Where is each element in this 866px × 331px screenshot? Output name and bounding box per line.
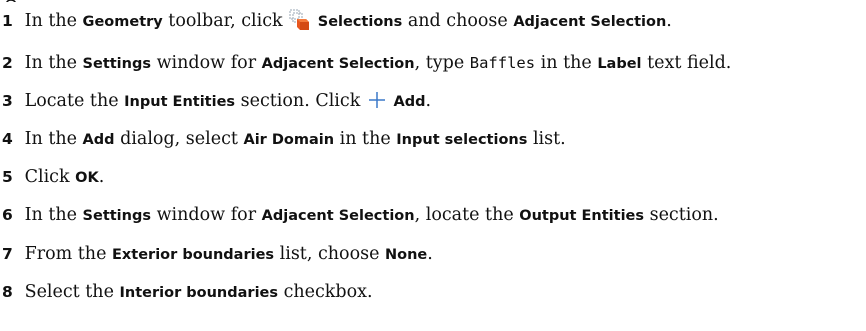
step-number: 5: [2, 168, 13, 186]
geometry-toolbar-label: Geometry: [82, 14, 163, 30]
step-text: checkbox.: [278, 282, 373, 302]
settings-window-label: Settings: [82, 56, 151, 72]
step-number: 7: [2, 245, 13, 263]
step-text: In the: [24, 129, 83, 149]
step-text: , locate the: [414, 205, 520, 225]
step-text: in the: [334, 129, 397, 149]
step-text: In the: [24, 205, 83, 225]
step-text: toolbar, click: [162, 11, 289, 31]
step-text: window for: [151, 53, 262, 73]
step-6: 6 In the Settings window for Adjacent Se…: [2, 201, 862, 229]
typed-value: Baffles: [469, 54, 536, 72]
step-8: 8 Select the Interior boundaries checkbo…: [2, 278, 862, 306]
none-option-label: None: [385, 247, 428, 263]
step-text: .: [425, 91, 432, 111]
step-text: and choose: [402, 11, 514, 31]
step-text: From the: [24, 244, 113, 264]
step-number: 8: [2, 283, 13, 301]
step-text: Locate the: [24, 91, 125, 111]
step-text: section.: [644, 205, 719, 225]
step-text: window for: [151, 205, 262, 225]
add-dialog-label: Add: [82, 132, 115, 148]
adjacent-selection-label: Adjacent Selection: [261, 56, 415, 72]
step-3: 3 Locate the Input Entities section. Cli…: [2, 87, 862, 115]
step-text: dialog, select: [114, 129, 244, 149]
step-number: 2: [2, 54, 13, 72]
ok-button-label: OK: [75, 170, 99, 186]
step-text: Click: [24, 167, 76, 187]
step-text: in the: [535, 53, 598, 73]
plus-icon: [366, 90, 388, 110]
step-text: .: [427, 244, 433, 264]
step-text: In the: [24, 11, 83, 31]
step-2: 2 In the Settings window for Adjacent Se…: [2, 49, 862, 77]
step-number: 1: [2, 12, 13, 30]
adjacent-selection-label: Adjacent Selection: [513, 14, 667, 30]
settings-window-label: Settings: [82, 208, 151, 224]
label-field-label: Label: [597, 56, 642, 72]
step-text: text field.: [641, 53, 732, 73]
step-text: .: [98, 167, 105, 187]
interior-boundaries-label: Interior boundaries: [119, 285, 279, 301]
input-entities-label: Input Entities: [124, 94, 236, 110]
selections-icon: [288, 9, 312, 31]
step-7: 7 From the Exterior boundaries list, cho…: [2, 240, 862, 268]
air-domain-label: Air Domain: [243, 132, 335, 148]
step-1: 1 In the Geometry toolbar, click Selecti…: [2, 7, 862, 35]
adjacent-selection-label: Adjacent Selection: [261, 208, 415, 224]
output-entities-label: Output Entities: [519, 208, 645, 224]
step-text: section. Click: [235, 91, 366, 111]
step-5: 5 Click OK.: [2, 163, 862, 191]
step-text: .: [666, 11, 672, 31]
step-text: In the: [24, 53, 83, 73]
step-number: 6: [2, 206, 13, 224]
step-number: 4: [2, 130, 13, 148]
step-text: list.: [527, 129, 566, 149]
clipped-previous-line: [4, 0, 18, 2]
step-text: list, choose: [274, 244, 386, 264]
input-selections-label: Input selections: [396, 132, 528, 148]
step-number: 3: [2, 92, 13, 110]
selections-button-label: Selections: [317, 14, 403, 30]
step-4: 4 In the Add dialog, select Air Domain i…: [2, 125, 862, 153]
add-button-label: Add: [393, 94, 426, 110]
instruction-document: 1 In the Geometry toolbar, click Selecti…: [0, 0, 866, 331]
step-text: Select the: [24, 282, 120, 302]
step-text: , type: [414, 53, 470, 73]
exterior-boundaries-label: Exterior boundaries: [112, 247, 275, 263]
